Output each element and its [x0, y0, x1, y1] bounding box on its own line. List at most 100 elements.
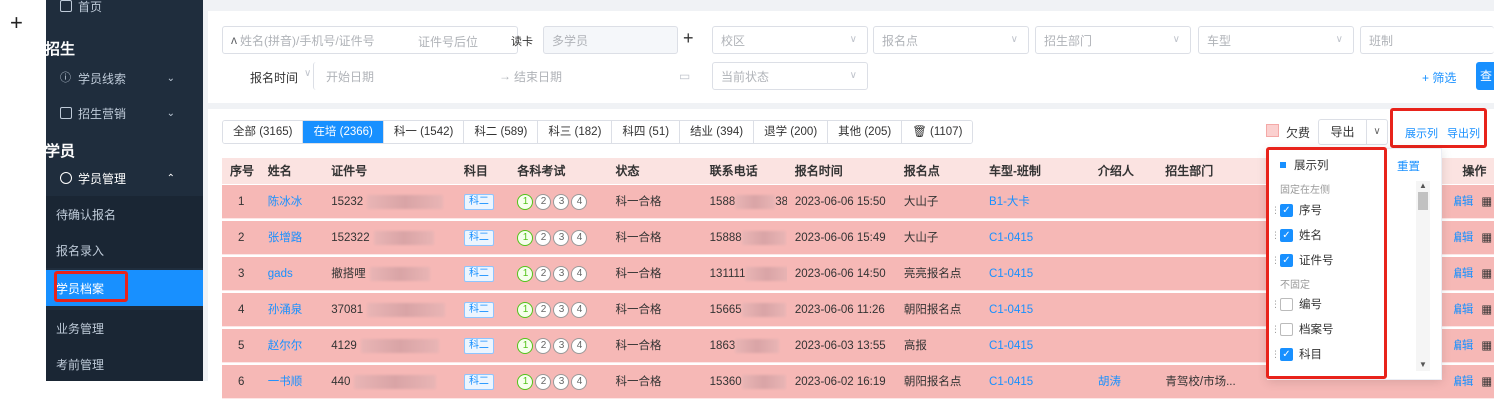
cell-intro[interactable]: 胡涛 — [1090, 365, 1157, 398]
scrollbar[interactable]: ▲ ▼ — [1416, 181, 1430, 371]
cell-name[interactable]: 孙涌泉 — [260, 293, 323, 326]
car-type-select[interactable]: 车型 ∨ — [1198, 26, 1354, 54]
drag-handle-icon[interactable]: ⋮ — [1271, 255, 1280, 266]
drag-handle-icon[interactable]: ⋮ — [1271, 299, 1280, 310]
tab-subject2[interactable]: 科二 (589) — [464, 121, 539, 143]
cell-name[interactable]: 一书顺 — [260, 365, 323, 398]
checkbox[interactable] — [1280, 322, 1293, 336]
sidebar-sub-pending[interactable]: 待确认报名 — [46, 196, 203, 232]
edit-link[interactable]: 编辑 — [1454, 340, 1473, 352]
qrcode-icon[interactable]: ▦ — [1481, 196, 1492, 208]
tab-graduated[interactable]: 结业 (394) — [680, 121, 755, 143]
introducer-link[interactable]: 胡涛 — [1098, 376, 1121, 388]
sidebar-sub-business[interactable]: 业务管理 — [46, 310, 203, 346]
column-option-archive[interactable]: 档案号 — [1280, 321, 1334, 337]
qrcode-icon[interactable]: ▦ — [1481, 232, 1492, 244]
scrollbar-thumb[interactable] — [1418, 192, 1428, 210]
tab-subject4[interactable]: 科四 (51) — [612, 121, 681, 143]
checkbox[interactable]: ✓ — [1280, 228, 1293, 242]
query-button[interactable]: 查 — [1476, 62, 1494, 90]
cell-name[interactable]: gads — [260, 257, 323, 290]
cell-car[interactable]: C1-0415 — [981, 329, 1090, 362]
checkbox[interactable]: ✓ — [1280, 203, 1293, 217]
cell-ops[interactable]: 编辑 ▦ — [1454, 185, 1494, 218]
tab-trash[interactable]: 🗑 (1107) — [902, 121, 973, 143]
edit-link[interactable]: 编辑 — [1454, 196, 1473, 208]
campus-select[interactable]: 校区 ∨ — [712, 26, 868, 54]
car-class-link[interactable]: B1-大卡 — [989, 196, 1030, 208]
cell-intro[interactable] — [1090, 293, 1157, 326]
filter-button[interactable]: + 筛选 — [1422, 69, 1456, 86]
tab-all[interactable]: 全部 (3165) — [223, 121, 304, 143]
checkbox[interactable]: ✓ — [1280, 347, 1293, 361]
student-name-link[interactable]: 陈冰冰 — [268, 196, 303, 208]
status-select[interactable]: 当前状态 ∨ — [712, 62, 868, 90]
show-columns-link[interactable]: 展示列 — [1405, 125, 1438, 141]
add-icon[interactable]: + — [683, 28, 694, 49]
enroll-time-label[interactable]: 报名时间 — [250, 69, 298, 86]
cell-name[interactable]: 赵尔尔 — [260, 329, 323, 362]
reset-link[interactable]: 重置 — [1397, 158, 1420, 174]
cell-intro[interactable] — [1090, 185, 1157, 218]
cell-intro[interactable] — [1090, 257, 1157, 290]
cell-car[interactable]: C1-0415 — [981, 365, 1090, 398]
qrcode-icon[interactable]: ▦ — [1481, 268, 1492, 280]
tab-subject3[interactable]: 科三 (182) — [538, 121, 613, 143]
scroll-up-icon[interactable]: ▲ — [1416, 181, 1430, 190]
enroll-point-select[interactable]: 报名点 ∨ — [873, 26, 1029, 54]
column-option-name[interactable]: ✓ 姓名 — [1280, 227, 1322, 243]
cell-car[interactable]: C1-0415 — [981, 293, 1090, 326]
cell-intro[interactable] — [1090, 221, 1157, 254]
end-date-input[interactable]: 结束日期 — [514, 68, 562, 85]
student-name-link[interactable]: 赵尔尔 — [268, 340, 303, 352]
start-date-input[interactable]: 开始日期 — [326, 68, 374, 85]
tab-other[interactable]: 其他 (205) — [828, 121, 903, 143]
car-class-link[interactable]: C1-0415 — [989, 232, 1033, 244]
drag-handle-icon[interactable]: ⋮ — [1271, 324, 1280, 335]
drag-handle-icon[interactable]: ⋮ — [1271, 230, 1280, 241]
cell-intro[interactable] — [1090, 329, 1157, 362]
scroll-down-icon[interactable]: ▼ — [1416, 360, 1430, 369]
student-name-link[interactable]: 一书顺 — [268, 376, 303, 388]
column-option-no[interactable]: ✓ 序号 — [1280, 202, 1322, 218]
cell-ops[interactable]: 编辑 ▦ — [1454, 293, 1494, 326]
drag-handle-icon[interactable]: ⋮ — [1271, 349, 1280, 360]
column-option-id[interactable]: ✓ 证件号 — [1280, 252, 1334, 268]
cell-car[interactable]: C1-0415 — [981, 257, 1090, 290]
column-option-code[interactable]: 编号 — [1280, 296, 1322, 312]
read-card-button[interactable]: 读卡 — [511, 33, 533, 49]
add-icon[interactable]: + — [10, 12, 23, 34]
edit-link[interactable]: 编辑 — [1454, 376, 1473, 388]
qrcode-icon[interactable]: ▦ — [1481, 304, 1492, 316]
drag-handle-icon[interactable]: ⋮ — [1271, 205, 1280, 216]
edit-link[interactable]: 编辑 — [1454, 268, 1473, 280]
student-name-link[interactable]: 孙涌泉 — [268, 304, 303, 316]
show-columns-title[interactable]: 展示列 — [1280, 157, 1329, 173]
class-type-select[interactable]: 班制 — [1360, 26, 1494, 54]
cell-ops[interactable]: 编辑 ▦ — [1454, 329, 1494, 362]
checkbox[interactable]: ✓ — [1280, 253, 1293, 267]
sidebar-item-home[interactable]: 首页 — [46, 0, 203, 24]
sidebar-item-student-mgmt[interactable]: 学员管理 ⌃ — [46, 160, 203, 196]
cell-car[interactable]: C1-0415 — [981, 221, 1090, 254]
recruit-dept-select[interactable]: 招生部门 ∨ — [1035, 26, 1191, 54]
edit-link[interactable]: 编辑 — [1454, 304, 1473, 316]
car-class-link[interactable]: C1-0415 — [989, 268, 1033, 280]
tab-dropped[interactable]: 退学 (200) — [754, 121, 829, 143]
car-class-link[interactable]: C1-0415 — [989, 304, 1033, 316]
qrcode-icon[interactable]: ▦ — [1481, 340, 1492, 352]
multi-student-field[interactable]: 多学员 — [543, 26, 678, 54]
date-range-picker[interactable]: 开始日期 → 结束日期 ▭ — [313, 62, 705, 90]
tab-subject1[interactable]: 科一 (1542) — [383, 121, 465, 143]
sidebar-sub-archive[interactable]: 学员档案 — [46, 270, 203, 306]
student-name-link[interactable]: gads — [268, 268, 293, 280]
cell-name[interactable]: 张增路 — [260, 221, 323, 254]
export-columns-link[interactable]: 导出列 — [1447, 125, 1480, 141]
column-option-subject[interactable]: ✓ 科目 — [1280, 346, 1322, 362]
export-button[interactable]: 导出 ∨ — [1318, 119, 1388, 145]
checkbox[interactable] — [1280, 297, 1293, 311]
sidebar-sub-entry[interactable]: 报名录入 — [46, 232, 203, 268]
edit-link[interactable]: 编辑 — [1454, 232, 1473, 244]
qrcode-icon[interactable]: ▦ — [1481, 376, 1492, 388]
sidebar-sub-exam[interactable]: 考前管理 — [46, 346, 203, 381]
